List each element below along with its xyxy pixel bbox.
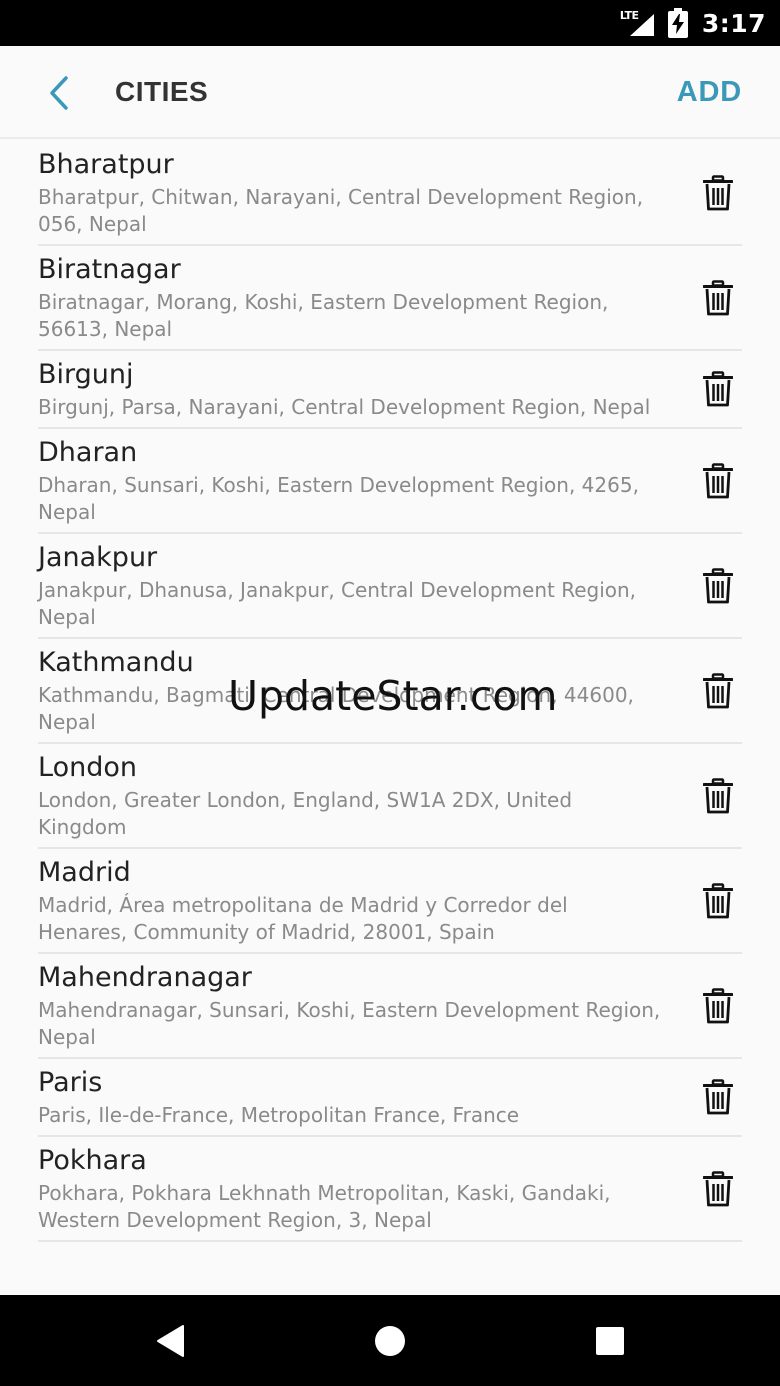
city-row[interactable]: Biratnagar Biratnagar, Morang, Koshi, Eas… xyxy=(38,246,742,351)
trash-icon xyxy=(703,777,733,813)
status-icons: LTE 3:17 xyxy=(620,0,766,46)
add-city-button[interactable]: ADD xyxy=(677,76,742,109)
city-name: Dharan xyxy=(38,437,138,468)
signal-icon xyxy=(629,14,654,36)
nav-back-button[interactable] xyxy=(126,1295,216,1386)
delete-city-button[interactable] xyxy=(700,986,736,1026)
city-name: Madrid xyxy=(38,857,131,888)
city-name: London xyxy=(38,752,137,783)
city-name: Biratnagar xyxy=(38,254,181,285)
city-list: Bharatpur Bharatpur, Chitwan, Narayani, C… xyxy=(0,141,780,1267)
trash-icon xyxy=(703,279,733,315)
delete-city-button[interactable] xyxy=(700,369,736,409)
city-address: Dharan, Sunsari, Koshi, Eastern Developm… xyxy=(38,473,639,524)
delete-city-button[interactable] xyxy=(700,1169,736,1209)
city-row[interactable]: Pokhara Pokhara, Pokhara Lekhnath Metropo… xyxy=(38,1137,742,1242)
city-address: London, Greater London, England, SW1A 2D… xyxy=(38,788,573,839)
city-row[interactable]: Bharatpur Bharatpur, Chitwan, Narayani, C… xyxy=(38,141,742,246)
delete-city-button[interactable] xyxy=(700,461,736,501)
nav-recents-button[interactable] xyxy=(565,1295,655,1386)
nav-home-button[interactable] xyxy=(345,1295,435,1386)
city-name: Mahendranagar xyxy=(38,962,252,993)
delete-city-button[interactable] xyxy=(700,776,736,816)
trash-icon xyxy=(703,987,733,1023)
clock: 3:17 xyxy=(701,8,766,38)
city-row[interactable]: Janakpur Janakpur, Dhanusa, Janakpur, Cen… xyxy=(38,534,742,639)
app-bar: CITIES ADD xyxy=(0,46,780,139)
city-row[interactable]: London London, Greater London, England, S… xyxy=(38,744,742,849)
delete-city-button[interactable] xyxy=(700,1077,736,1117)
city-name: Bharatpur xyxy=(38,149,174,180)
trash-icon xyxy=(703,1079,733,1115)
trash-icon xyxy=(703,462,733,498)
network-indicator: LTE xyxy=(620,8,654,38)
city-address: Janakpur, Dhanusa, Janakpur, Central Dev… xyxy=(38,578,637,629)
chevron-left-icon xyxy=(50,76,68,110)
trash-icon xyxy=(703,882,733,918)
city-address: Kathmandu, Bagmati, Central Development … xyxy=(38,683,634,734)
trash-icon xyxy=(703,1170,733,1206)
trash-icon xyxy=(703,371,733,407)
city-row[interactable]: Paris Paris, Ile-de-France, Metropolitan … xyxy=(38,1059,742,1137)
home-circle-icon xyxy=(375,1325,405,1356)
city-name: Kathmandu xyxy=(38,647,194,678)
city-row[interactable]: Madrid Madrid, Área metropolitana de Madr… xyxy=(38,849,742,954)
delete-city-button[interactable] xyxy=(700,278,736,318)
city-address: Paris, Ile-de-France, Metropolitan Franc… xyxy=(38,1103,520,1127)
city-row[interactable]: Birgunj Birgunj, Parsa, Narayani, Central… xyxy=(38,351,742,429)
city-address: Madrid, Área metropolitana de Madrid y C… xyxy=(38,893,568,944)
battery-charging-icon xyxy=(667,8,688,38)
city-address: Pokhara, Pokhara Lekhnath Metropolitan, … xyxy=(38,1181,611,1232)
trash-icon xyxy=(703,672,733,708)
city-row[interactable]: Mahendranagar Mahendranagar, Sunsari, Kos… xyxy=(38,954,742,1059)
back-triangle-icon xyxy=(157,1324,184,1357)
city-row[interactable]: Kathmandu Kathmandu, Bagmati, Central Dev… xyxy=(38,639,742,744)
trash-icon xyxy=(703,174,733,210)
city-name: Paris xyxy=(38,1067,103,1098)
city-address: Bharatpur, Chitwan, Narayani, Central De… xyxy=(38,185,644,236)
city-name: Birgunj xyxy=(38,359,134,390)
back-button[interactable] xyxy=(36,68,82,118)
city-address: Mahendranagar, Sunsari, Koshi, Eastern D… xyxy=(38,998,661,1049)
recents-square-icon xyxy=(596,1326,624,1355)
city-name: Pokhara xyxy=(38,1145,147,1176)
city-name: Janakpur xyxy=(38,542,158,573)
trash-icon xyxy=(703,567,733,603)
delete-city-button[interactable] xyxy=(700,173,736,213)
navigation-bar xyxy=(0,1295,780,1386)
city-row[interactable]: Dharan Dharan, Sunsari, Koshi, Eastern De… xyxy=(38,429,742,534)
delete-city-button[interactable] xyxy=(700,881,736,921)
city-address: Biratnagar, Morang, Koshi, Eastern Devel… xyxy=(38,290,609,341)
city-address: Birgunj, Parsa, Narayani, Central Develo… xyxy=(38,395,651,419)
delete-city-button[interactable] xyxy=(700,566,736,606)
page-title: CITIES xyxy=(115,76,209,107)
delete-city-button[interactable] xyxy=(700,671,736,711)
status-bar: LTE 3:17 xyxy=(0,0,780,46)
